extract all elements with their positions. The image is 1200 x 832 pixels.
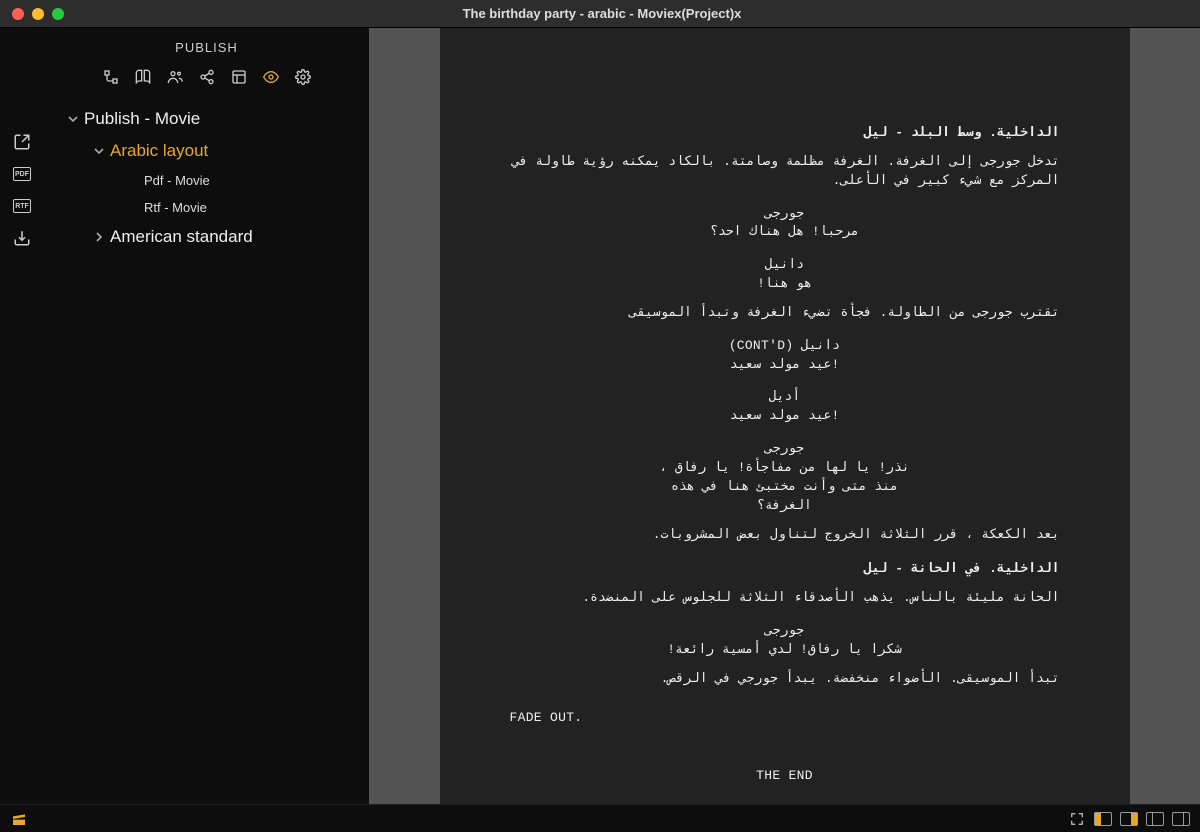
tree-label: Pdf - Movie [144, 173, 210, 188]
chevron-right-icon [92, 230, 106, 244]
dialog-text: !عيد مولد سعيد [655, 356, 915, 375]
minimize-window-button[interactable] [32, 8, 44, 20]
import-icon[interactable] [8, 224, 36, 252]
sidebar-toolbar [44, 63, 369, 97]
sidebar-title: PUBLISH [44, 28, 369, 63]
eye-icon[interactable] [261, 67, 281, 87]
chevron-down-icon [66, 112, 80, 126]
tree-node-publish-movie[interactable]: Publish - Movie [44, 103, 369, 135]
left-rail: PDF RTF [0, 28, 44, 804]
action-text: تدخل جورجى إلى الغرفة. الغرفة مظلمة وصام… [510, 153, 1060, 191]
character-name: جورجى [510, 440, 1060, 459]
chevron-down-icon [92, 144, 106, 158]
panel-right-active-icon[interactable] [1120, 810, 1138, 828]
action-text: تبدأ الموسيقى. الأضواء منخفضة. يبدأ جورج… [510, 670, 1060, 689]
book-icon[interactable] [133, 67, 153, 87]
tree-node-american-standard[interactable]: American standard [44, 221, 369, 253]
character-name: جورجى [510, 622, 1060, 641]
pdf-icon[interactable]: PDF [8, 160, 36, 188]
traffic-lights [12, 8, 64, 20]
character-name: جورجى [510, 205, 1060, 224]
tree-node-pdf-movie[interactable]: Pdf - Movie [44, 167, 369, 194]
tree-label: American standard [110, 227, 253, 247]
preview-area[interactable]: الداخلية. وسط البلد - ليل تدخل جورجى إلى… [369, 28, 1200, 804]
tree-label: Rtf - Movie [144, 200, 207, 215]
fade-out-text: FADE OUT. [510, 709, 1060, 728]
dialog-text: نذر! يا لها من مفاجأة! يا رفاق ، منذ متى… [655, 459, 915, 516]
dialog-text: !عيد مولد سعيد [655, 407, 915, 426]
publish-tree: Publish - Movie Arabic layout Pdf - Movi… [44, 97, 369, 259]
tree-label: Publish - Movie [84, 109, 200, 129]
tree-label: Arabic layout [110, 141, 208, 161]
scene-heading: الداخلية. في الحانة - ليل [510, 560, 1060, 579]
share-icon[interactable] [197, 67, 217, 87]
scene-heading: الداخلية. وسط البلد - ليل [510, 124, 1060, 143]
panel-left-icon[interactable] [1146, 810, 1164, 828]
status-bar [0, 804, 1200, 832]
gear-icon[interactable] [293, 67, 313, 87]
character-name: دانيل [510, 256, 1060, 275]
tree-icon[interactable] [101, 67, 121, 87]
character-name: أديل [510, 388, 1060, 407]
dialog-text: هو هنا! [655, 275, 915, 294]
action-text: بعد الكعكة ، قرر الثلاثة الخروج لتناول ب… [510, 526, 1060, 545]
action-text: تقترب جورجى من الطاولة. فجأة تضيء الغرفة… [510, 304, 1060, 323]
tree-node-rtf-movie[interactable]: Rtf - Movie [44, 194, 369, 221]
tree-node-arabic-layout[interactable]: Arabic layout [44, 135, 369, 167]
people-icon[interactable] [165, 67, 185, 87]
window-title: The birthday party - arabic - Moviex(Pro… [64, 6, 1200, 21]
rtf-icon[interactable]: RTF [8, 192, 36, 220]
window-titlebar: The birthday party - arabic - Moviex(Pro… [0, 0, 1200, 28]
fullscreen-icon[interactable] [1068, 810, 1086, 828]
clapperboard-icon[interactable] [10, 810, 28, 828]
dialog-text: مرحبا! هل هناك احد؟ [655, 223, 915, 242]
dialog-text: شكرا يا رفاق! لدي أمسية رائعة! [655, 641, 915, 660]
character-name: دانيل (CONT'D) [510, 337, 1060, 356]
close-window-button[interactable] [12, 8, 24, 20]
the-end-text: THE END [510, 767, 1060, 786]
export-icon[interactable] [8, 128, 36, 156]
layout-icon[interactable] [229, 67, 249, 87]
panel-right-icon[interactable] [1172, 810, 1190, 828]
action-text: الحانة مليئة بالناس. يذهب الأصدقاء الثلا… [510, 589, 1060, 608]
script-page: الداخلية. وسط البلد - ليل تدخل جورجى إلى… [440, 28, 1130, 804]
maximize-window-button[interactable] [52, 8, 64, 20]
panel-left-active-icon[interactable] [1094, 810, 1112, 828]
sidebar: PUBLISH [44, 28, 369, 804]
